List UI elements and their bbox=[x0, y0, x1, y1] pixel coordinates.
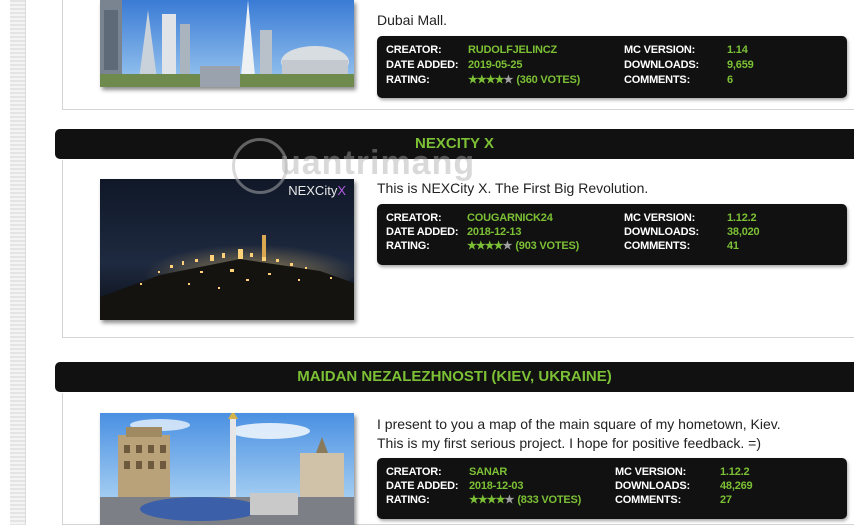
mc-version-value: 1.12.2 bbox=[727, 212, 757, 224]
rating-stars-icon: ★★★★ bbox=[467, 240, 503, 252]
date-added-value: 2018-12-03 bbox=[469, 480, 524, 492]
comments-label: COMMENTS: bbox=[624, 240, 691, 252]
rating-value: ★★★★★ (360 VOTES) bbox=[468, 74, 580, 87]
page-scrollbar-track[interactable] bbox=[10, 0, 26, 525]
map-info-panel: CREATOR: COUGARNICK24 DATE ADDED: 2018-1… bbox=[377, 204, 847, 265]
description-line: This is my first serious project. I hope… bbox=[377, 435, 761, 451]
description-line: This is NEXCity X. The First Big Revolut… bbox=[377, 180, 649, 196]
rating-stars-icon: ★★★★ bbox=[469, 494, 505, 506]
votes-count: (833 VOTES) bbox=[517, 494, 582, 506]
map-info-panel: CREATOR: RUDOLFJELINCZ DATE ADDED: 2019-… bbox=[377, 36, 847, 98]
creator-label: CREATOR: bbox=[386, 466, 442, 478]
downloads-label: DOWNLOADS: bbox=[624, 59, 699, 71]
creator-link[interactable]: RUDOLFJELINCZ bbox=[468, 44, 557, 57]
mc-version-label: MC VERSION: bbox=[624, 44, 696, 56]
mc-version-value: 1.14 bbox=[727, 44, 748, 56]
rating-value: ★★★★★ (903 VOTES) bbox=[467, 240, 579, 253]
mc-version-label: MC VERSION: bbox=[624, 212, 696, 224]
date-added-label: DATE ADDED: bbox=[386, 226, 459, 238]
creator-link[interactable]: COUGARNICK24 bbox=[467, 212, 553, 225]
map-title-banner[interactable]: MAIDAN NEZALEZHNOSTI (KIEV, UKRAINE) bbox=[55, 362, 854, 392]
votes-count: (360 VOTES) bbox=[516, 74, 581, 86]
downloads-label: DOWNLOADS: bbox=[615, 480, 690, 492]
nexcity-logo: NEXCityX bbox=[288, 183, 346, 198]
map-title-banner[interactable]: NEXCITY X bbox=[55, 129, 854, 159]
map-thumbnail-nexcity[interactable]: NEXCityX bbox=[100, 179, 354, 320]
half-star-icon: ★ bbox=[503, 74, 513, 86]
map-info-panel: CREATOR: SANAR DATE ADDED: 2018-12-03 RA… bbox=[377, 458, 847, 519]
date-added-value: 2018-12-13 bbox=[467, 226, 522, 238]
date-added-label: DATE ADDED: bbox=[386, 480, 459, 492]
creator-link[interactable]: SANAR bbox=[469, 466, 507, 479]
half-star-icon: ★ bbox=[502, 240, 512, 252]
date-added-value: 2019-05-25 bbox=[468, 59, 523, 71]
votes-count: (903 VOTES) bbox=[515, 240, 580, 252]
rating-value: ★★★★★ (833 VOTES) bbox=[469, 494, 581, 507]
creator-label: CREATOR: bbox=[386, 212, 442, 224]
map-thumbnail-maidan[interactable] bbox=[100, 413, 354, 525]
comments-label: COMMENTS: bbox=[624, 74, 691, 86]
map-description: I present to you a map of the main squar… bbox=[377, 415, 781, 453]
downloads-value: 48,269 bbox=[720, 480, 753, 492]
date-added-label: DATE ADDED: bbox=[386, 59, 459, 71]
rating-label: RATING: bbox=[386, 74, 430, 86]
mc-version-label: MC VERSION: bbox=[615, 466, 687, 478]
downloads-value: 38,020 bbox=[727, 226, 760, 238]
comments-value[interactable]: 41 bbox=[727, 240, 739, 253]
map-thumbnail-dubai[interactable] bbox=[100, 0, 354, 87]
nexcity-logo-x: X bbox=[337, 183, 346, 198]
half-star-icon: ★ bbox=[504, 494, 514, 506]
comments-value[interactable]: 27 bbox=[720, 494, 732, 507]
description-line: Dubai Mall. bbox=[377, 12, 448, 28]
creator-label: CREATOR: bbox=[386, 44, 442, 56]
nexcity-logo-text: NEXCity bbox=[288, 183, 338, 198]
comments-value[interactable]: 6 bbox=[727, 74, 733, 87]
map-description: This is NEXCity X. The First Big Revolut… bbox=[377, 179, 648, 198]
description-line: I present to you a map of the main squar… bbox=[377, 416, 781, 432]
rating-stars-icon: ★★★★ bbox=[468, 74, 504, 86]
comments-label: COMMENTS: bbox=[615, 494, 682, 506]
rating-label: RATING: bbox=[386, 240, 430, 252]
downloads-value: 9,659 bbox=[727, 59, 754, 71]
downloads-label: DOWNLOADS: bbox=[624, 226, 699, 238]
map-description: Dubai Mall. bbox=[377, 11, 447, 30]
mc-version-value: 1.12.2 bbox=[720, 466, 750, 478]
rating-label: RATING: bbox=[386, 494, 430, 506]
